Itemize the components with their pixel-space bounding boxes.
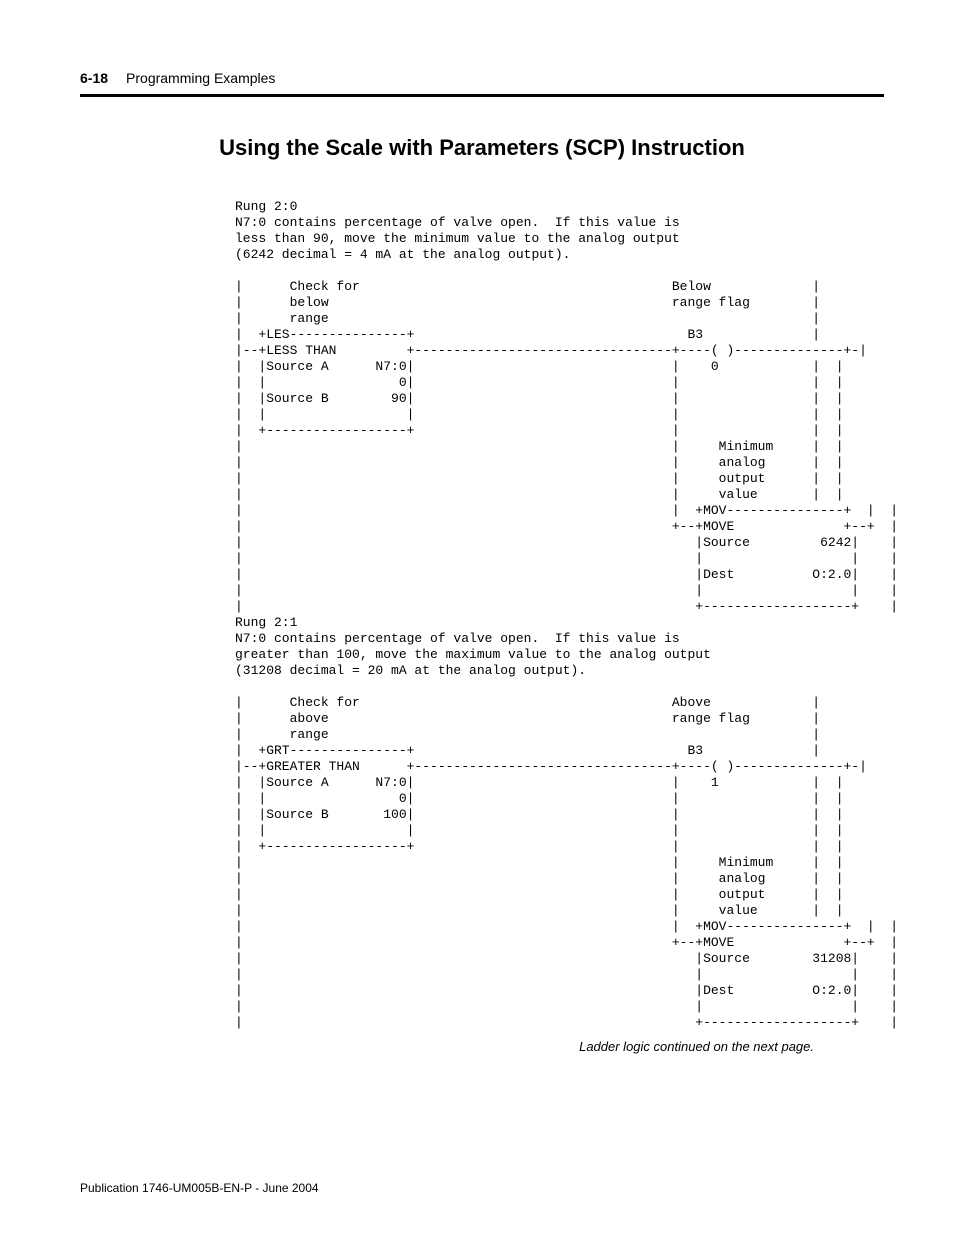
publication-footer: Publication 1746-UM005B-EN-P - June 2004 <box>80 1181 319 1195</box>
ladder-logic-listing: Rung 2:0 N7:0 contains percentage of val… <box>235 199 884 1031</box>
page-header: 6-18 Programming Examples <box>80 70 884 86</box>
continuation-note: Ladder logic continued on the next page. <box>80 1039 814 1054</box>
chapter-title: Programming Examples <box>126 70 275 86</box>
section-title: Using the Scale with Parameters (SCP) In… <box>80 135 884 161</box>
document-page: 6-18 Programming Examples Using the Scal… <box>0 0 954 1235</box>
page-number: 6-18 <box>80 70 108 86</box>
header-rule <box>80 94 884 97</box>
